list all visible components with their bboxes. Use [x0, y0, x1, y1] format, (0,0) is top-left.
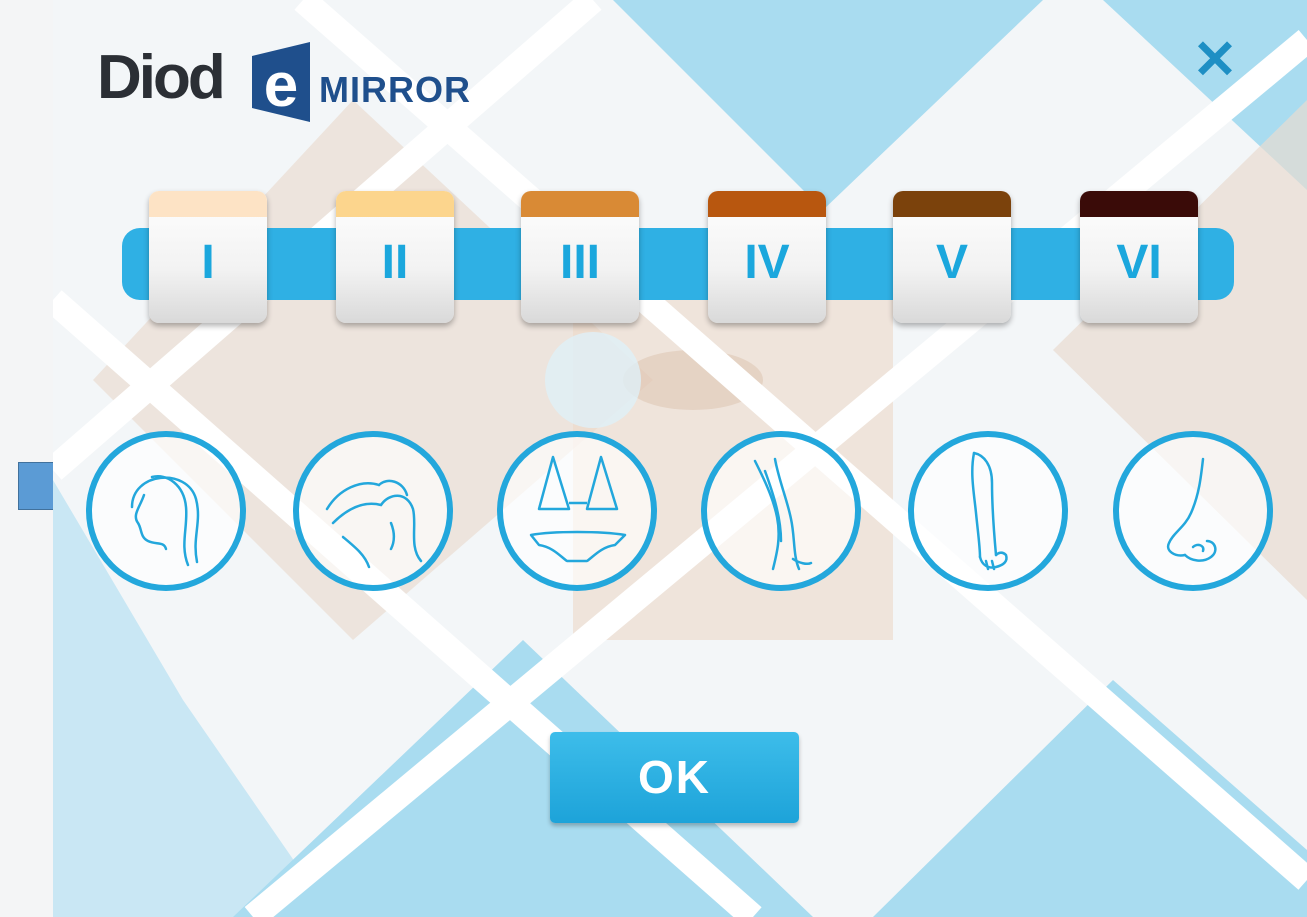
skin-type-label: IV	[744, 236, 790, 289]
logo-subtitle: MIRROR	[319, 69, 471, 110]
skin-type-label: I	[201, 236, 215, 289]
face-icon	[130, 474, 200, 567]
logo-wordmark: Diod	[97, 43, 226, 112]
zone-armpit[interactable]	[293, 431, 453, 591]
skin-type-label: II	[381, 236, 409, 289]
bikini-icon	[529, 455, 627, 563]
skin-type-label: V	[935, 236, 968, 289]
skin-swatch	[521, 191, 639, 217]
skin-type-ii[interactable]: II	[336, 191, 454, 323]
zone-face[interactable]	[86, 431, 246, 591]
close-icon[interactable]: ✕	[1185, 30, 1245, 90]
ok-button[interactable]: OK	[550, 732, 799, 823]
skin-swatch	[1080, 191, 1198, 217]
skin-swatch	[336, 191, 454, 217]
skin-type-track	[122, 228, 1234, 300]
skin-type-i[interactable]: I	[149, 191, 267, 323]
skin-type-v[interactable]: V	[893, 191, 1011, 323]
nose-icon	[1166, 457, 1217, 562]
arm-icon	[971, 451, 1008, 571]
zone-legs[interactable]	[701, 431, 861, 591]
zone-bikini[interactable]	[497, 431, 657, 591]
side-tab[interactable]	[18, 462, 54, 510]
logo-e-mark: e	[252, 42, 310, 122]
armpit-icon	[325, 479, 423, 569]
skin-type-label: III	[559, 236, 600, 289]
skin-type-dialog: Diod e MIRROR ✕ I II III IV V VI OK	[53, 0, 1307, 917]
skin-type-label: VI	[1116, 236, 1162, 289]
skin-swatch	[893, 191, 1011, 217]
skin-swatch	[708, 191, 826, 217]
skin-type-vi[interactable]: VI	[1080, 191, 1198, 323]
legs-icon	[753, 457, 813, 571]
skin-type-iv[interactable]: IV	[708, 191, 826, 323]
skin-type-iii[interactable]: III	[521, 191, 639, 323]
skin-swatch	[149, 191, 267, 217]
logo-e-letter: e	[263, 51, 299, 120]
zone-nose[interactable]	[1113, 431, 1273, 591]
zone-arm[interactable]	[908, 431, 1068, 591]
